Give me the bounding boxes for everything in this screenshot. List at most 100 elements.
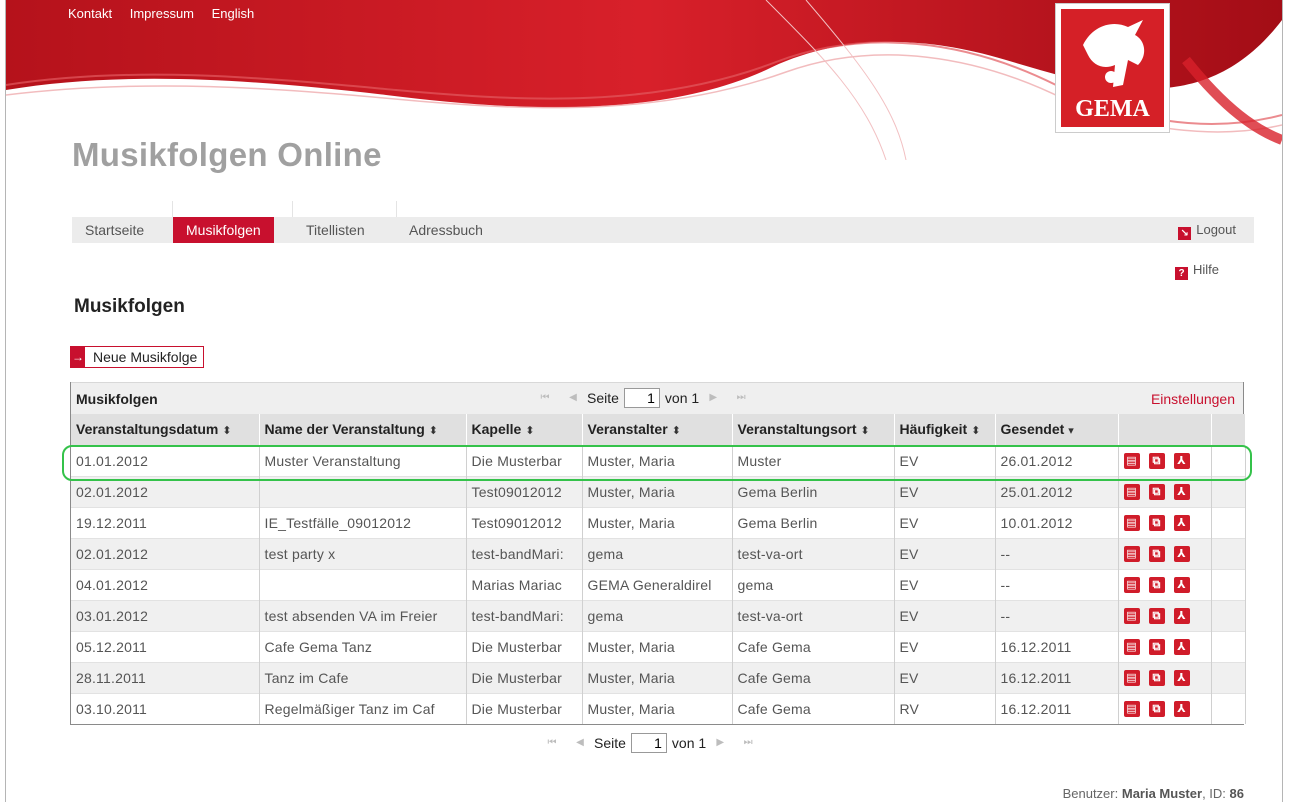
first-page-icon[interactable]: ⏮ bbox=[546, 737, 558, 749]
next-page-icon[interactable]: ▶ bbox=[707, 392, 719, 404]
table-row[interactable]: 01.01.2012 Muster Veranstaltung Die Muster… bbox=[71, 444, 1246, 476]
nav-adressbuch[interactable]: Adressbuch bbox=[396, 217, 496, 243]
comment-icon[interactable]: ▤ bbox=[1123, 701, 1140, 718]
page-number-input[interactable] bbox=[630, 733, 667, 753]
table-cell: Marias Mariac bbox=[466, 568, 583, 600]
copy-icon[interactable]: ⧉ bbox=[1148, 670, 1165, 687]
comment-icon[interactable]: ▤ bbox=[1123, 453, 1140, 470]
help-link[interactable]: ? Hilfe bbox=[1175, 262, 1219, 280]
comment-icon[interactable]: ▤ bbox=[1123, 639, 1140, 656]
column-header[interactable]: Veranstalter ⬍ bbox=[582, 414, 733, 445]
pager-total: von 1 bbox=[671, 735, 707, 751]
table-cell: test party x bbox=[259, 537, 467, 569]
table-row[interactable]: 28.11.2011 Tanz im Cafe Die Musterbar Muste… bbox=[71, 661, 1246, 693]
arrow-right-icon: → bbox=[71, 347, 85, 367]
table-row[interactable]: 02.01.2012 Test09012012 Muster, Maria Gema … bbox=[71, 475, 1246, 507]
pdf-icon[interactable]: ⅄ bbox=[1173, 577, 1190, 594]
column-header[interactable]: Gesendet ▾ bbox=[995, 414, 1119, 445]
column-header[interactable]: Veranstaltungsort ⬍ bbox=[732, 414, 895, 445]
pdf-icon[interactable]: ⅄ bbox=[1173, 701, 1190, 718]
table-cell: 01.01.2012 bbox=[71, 444, 260, 476]
copy-icon[interactable]: ⧉ bbox=[1148, 484, 1165, 501]
copy-icon[interactable]: ⧉ bbox=[1148, 453, 1165, 470]
pdf-icon[interactable]: ⅄ bbox=[1173, 639, 1190, 656]
nav-musikfolgen[interactable]: Musikfolgen bbox=[173, 217, 274, 243]
pager-label: Seite bbox=[594, 735, 626, 751]
table-row[interactable]: 05.12.2011 Cafe Gema Tanz Die Musterbar Mus… bbox=[71, 630, 1246, 662]
logout-link[interactable]: ↘ Logout bbox=[1178, 217, 1236, 243]
grid-caption: Musikfolgen bbox=[76, 391, 158, 407]
table-row[interactable]: 19.12.2011 IE_Testfälle_09012012 Test09012… bbox=[71, 506, 1246, 538]
table-cell bbox=[259, 568, 467, 600]
pdf-icon[interactable]: ⅄ bbox=[1173, 546, 1190, 563]
table-cell: Muster, Maria bbox=[582, 630, 733, 662]
column-header[interactable]: Kapelle ⬍ bbox=[466, 414, 583, 445]
table-row[interactable]: 03.01.2012 test absenden VA im Freier test… bbox=[71, 599, 1246, 631]
nav-startseite[interactable]: Startseite bbox=[72, 217, 157, 243]
copy-icon[interactable]: ⧉ bbox=[1148, 701, 1165, 718]
copy-icon[interactable]: ⧉ bbox=[1148, 577, 1165, 594]
row-actions: ▤ ⧉ ⅄ bbox=[1118, 661, 1212, 693]
comment-icon[interactable]: ▤ bbox=[1123, 484, 1140, 501]
pdf-icon[interactable]: ⅄ bbox=[1173, 670, 1190, 687]
top-links: Kontakt Impressum English bbox=[68, 6, 268, 21]
table-cell: Muster, Maria bbox=[582, 692, 733, 724]
column-header[interactable]: Häufigkeit ⬍ bbox=[894, 414, 996, 445]
pager-total: von 1 bbox=[664, 390, 700, 406]
new-musikfolge-button[interactable]: → Neue Musikfolge bbox=[70, 346, 205, 368]
table-cell: Cafe Gema Tanz bbox=[259, 630, 467, 662]
pdf-icon[interactable]: ⅄ bbox=[1173, 453, 1190, 470]
column-header[interactable]: Veranstaltungsdatum ⬍ bbox=[71, 414, 260, 445]
settings-link[interactable]: Einstellungen bbox=[1151, 391, 1235, 407]
copy-icon[interactable]: ⧉ bbox=[1148, 515, 1165, 532]
copy-icon[interactable]: ⧉ bbox=[1148, 546, 1165, 563]
table-cell: Muster, Maria bbox=[582, 661, 733, 693]
column-header-label: Veranstaltungsdatum bbox=[76, 421, 219, 438]
table-cell: Cafe Gema bbox=[732, 661, 895, 693]
link-impressum[interactable]: Impressum bbox=[130, 6, 194, 21]
first-page-icon[interactable]: ⏮ bbox=[539, 392, 551, 404]
empty-cell bbox=[1211, 599, 1246, 631]
comment-icon[interactable]: ▤ bbox=[1123, 608, 1140, 625]
pdf-icon[interactable]: ⅄ bbox=[1173, 608, 1190, 625]
table-cell: EV bbox=[894, 630, 996, 662]
logout-label: Logout bbox=[1196, 222, 1236, 237]
nav-titellisten[interactable]: Titellisten bbox=[293, 217, 378, 243]
table-cell: 02.01.2012 bbox=[71, 475, 260, 507]
column-header[interactable]: Name der Veranstaltung ⬍ bbox=[259, 414, 467, 445]
table-row[interactable]: 03.10.2011 Regelmäßiger Tanz im Caf Die Mu… bbox=[71, 692, 1246, 724]
table-cell bbox=[259, 475, 467, 507]
comment-icon[interactable]: ▤ bbox=[1123, 670, 1140, 687]
table-cell: EV bbox=[894, 475, 996, 507]
copy-icon[interactable]: ⧉ bbox=[1148, 608, 1165, 625]
link-english[interactable]: English bbox=[212, 6, 255, 21]
copy-icon[interactable]: ⧉ bbox=[1148, 639, 1165, 656]
table-cell: 10.01.2012 bbox=[995, 506, 1119, 538]
pdf-icon[interactable]: ⅄ bbox=[1173, 515, 1190, 532]
page-number-input[interactable] bbox=[623, 388, 660, 408]
row-actions: ▤ ⧉ ⅄ bbox=[1118, 537, 1212, 569]
prev-page-icon[interactable]: ◀ bbox=[567, 392, 579, 404]
last-page-icon[interactable]: ⏭ bbox=[742, 737, 754, 749]
table-cell: 16.12.2011 bbox=[995, 661, 1119, 693]
pdf-icon[interactable]: ⅄ bbox=[1173, 484, 1190, 501]
comment-icon[interactable]: ▤ bbox=[1123, 546, 1140, 563]
prev-page-icon[interactable]: ◀ bbox=[574, 737, 586, 749]
table-cell: gema bbox=[732, 568, 895, 600]
musikfolgen-grid: Musikfolgen ⏮ ◀ Seite von 1 ▶ ⏭ Einstell… bbox=[70, 382, 1246, 725]
main-navigation: Startseite Musikfolgen Titellisten Adres… bbox=[72, 201, 1254, 243]
table-cell: test-bandMari: bbox=[466, 599, 583, 631]
gema-logo[interactable]: GEMA bbox=[1055, 3, 1170, 133]
sort-icon: ▾ bbox=[1068, 425, 1074, 438]
table-row[interactable]: 04.01.2012 Marias Mariac GEMA Generaldirel… bbox=[71, 568, 1246, 600]
last-page-icon[interactable]: ⏭ bbox=[735, 392, 747, 404]
row-actions: ▤ ⧉ ⅄ bbox=[1118, 568, 1212, 600]
comment-icon[interactable]: ▤ bbox=[1123, 577, 1140, 594]
table-cell: Die Musterbar bbox=[466, 661, 583, 693]
comment-icon[interactable]: ▤ bbox=[1123, 515, 1140, 532]
next-page-icon[interactable]: ▶ bbox=[714, 737, 726, 749]
table-row[interactable]: 02.01.2012 test party x test-bandMari: gema… bbox=[71, 537, 1246, 569]
pager-label: Seite bbox=[587, 390, 619, 406]
link-kontakt[interactable]: Kontakt bbox=[68, 6, 112, 21]
table-cell: Regelmäßiger Tanz im Caf bbox=[259, 692, 467, 724]
